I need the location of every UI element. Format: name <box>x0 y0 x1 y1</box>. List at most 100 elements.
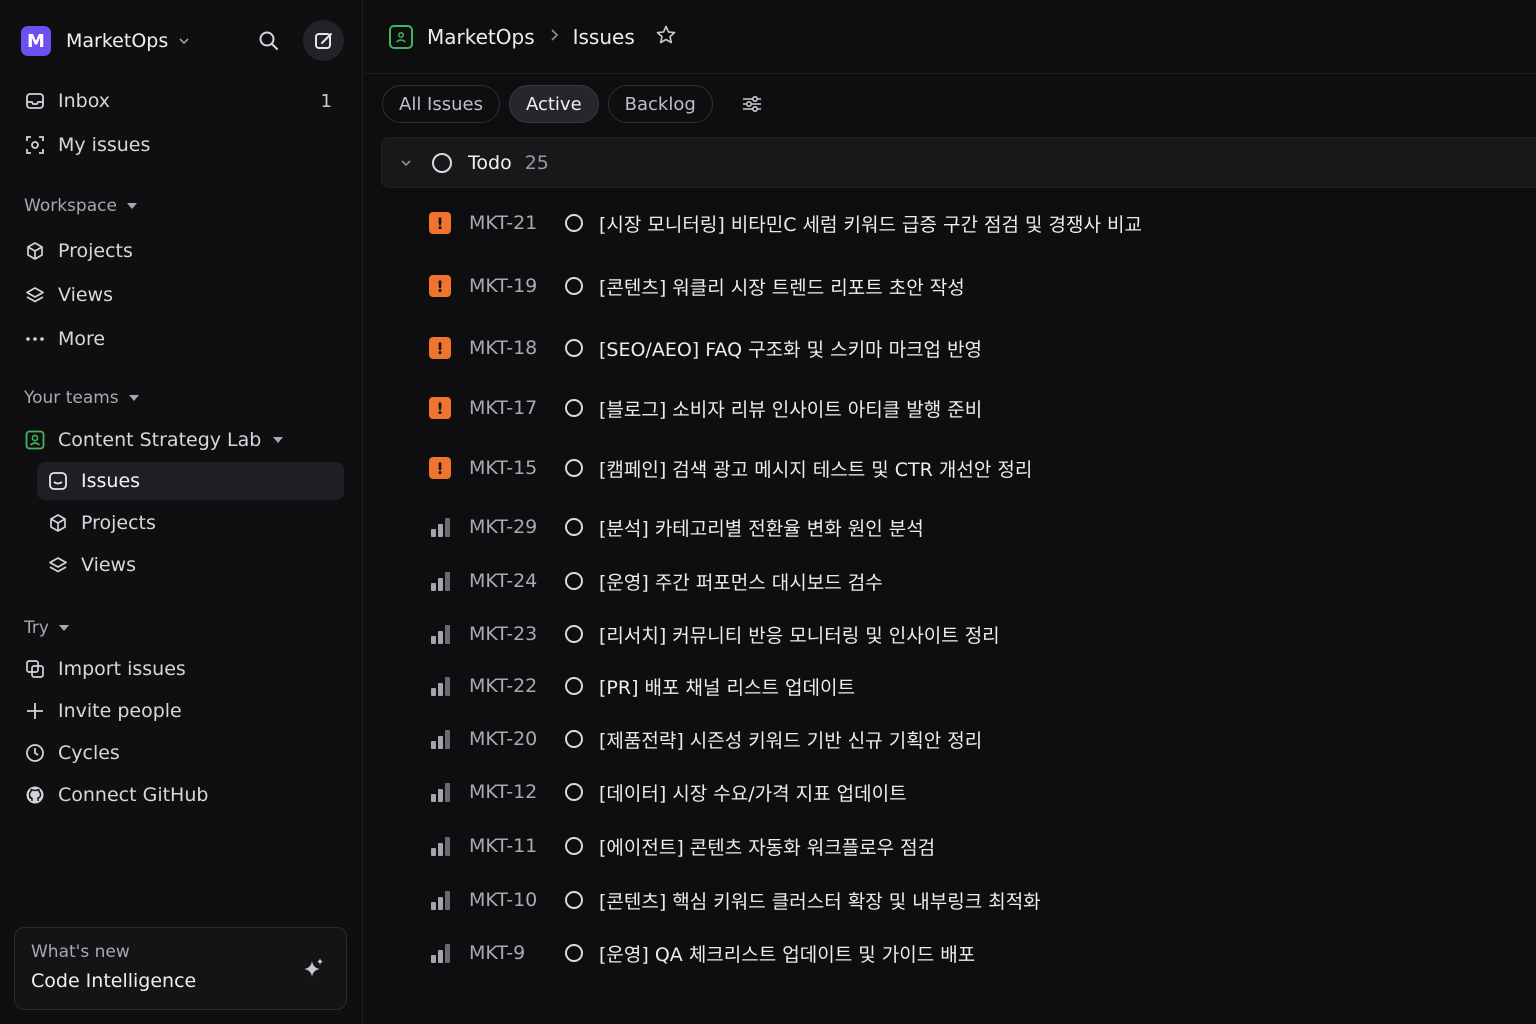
todo-status-icon[interactable] <box>565 837 583 855</box>
todo-status-icon[interactable] <box>565 677 583 695</box>
issue-row[interactable]: MKT-24 [운영] 주간 퍼포먼스 대시보드 검수 <box>429 561 1536 601</box>
issue-row[interactable]: MKT-9 [운영] QA 체크리스트 업데이트 및 가이드 배포 <box>429 933 1536 973</box>
medium-priority-icon[interactable] <box>429 781 451 803</box>
todo-status-icon[interactable] <box>565 214 583 232</box>
medium-priority-icon[interactable] <box>429 675 451 697</box>
sidebar-item-team[interactable]: Content Strategy Lab <box>14 421 344 459</box>
chevron-down-icon[interactable] <box>400 156 412 170</box>
todo-status-icon[interactable] <box>565 518 583 536</box>
workspace-name[interactable]: MarketOps <box>66 30 168 52</box>
urgent-priority-icon[interactable]: ! <box>429 337 451 359</box>
medium-priority-icon[interactable] <box>429 835 451 857</box>
issues-icon <box>47 470 69 492</box>
issue-row[interactable]: MKT-10 [콘텐츠] 핵심 키워드 클러스터 확장 및 내부링크 최적화 <box>429 880 1536 920</box>
sidebar-item-inbox[interactable]: Inbox 1 <box>14 82 344 120</box>
issue-row[interactable]: MKT-23 [리서치] 커뮤니티 반응 모니터링 및 인사이트 정리 <box>429 614 1536 654</box>
issue-id: MKT-10 <box>469 889 538 911</box>
todo-status-icon[interactable] <box>565 459 583 477</box>
workspace-section-toggle[interactable]: Workspace <box>24 196 137 216</box>
medium-priority-icon[interactable] <box>429 942 451 964</box>
medium-priority-icon[interactable] <box>429 728 451 750</box>
section-label: Workspace <box>24 196 117 216</box>
todo-status-icon[interactable] <box>565 572 583 590</box>
issue-row[interactable]: ! MKT-18 [SEO/AEO] FAQ 구조화 및 스키마 마크업 반영 <box>429 328 1536 368</box>
search-icon <box>259 31 278 50</box>
issue-row[interactable]: MKT-22 [PR] 배포 채널 리스트 업데이트 <box>429 666 1536 706</box>
issue-row[interactable]: ! MKT-21 [시장 모니터링] 비타민C 세럼 키워드 급증 구간 점검 및 … <box>429 203 1536 243</box>
signal-bars-icon <box>430 782 450 802</box>
sidebar-item-more[interactable]: More <box>14 320 344 358</box>
sidebar-item-team-projects[interactable]: Projects <box>37 504 344 542</box>
whats-new-card[interactable]: What's new Code Intelligence <box>14 927 347 1010</box>
sidebar-item-projects[interactable]: Projects <box>14 232 344 270</box>
issue-title: [SEO/AEO] FAQ 구조화 및 스키마 마크업 반영 <box>599 338 983 361</box>
exclamation-icon: ! <box>429 212 451 234</box>
tab-active[interactable]: Active <box>508 85 599 123</box>
try-section-toggle[interactable]: Try <box>24 618 69 638</box>
breadcrumb-team[interactable]: MarketOps <box>427 25 535 49</box>
teams-section-toggle[interactable]: Your teams <box>24 388 139 408</box>
issue-title: [제품전략] 시즌성 키워드 기반 신규 기획안 정리 <box>599 729 983 752</box>
medium-priority-icon[interactable] <box>429 889 451 911</box>
sidebar-item-cycles[interactable]: Cycles <box>14 734 344 772</box>
urgent-priority-icon[interactable]: ! <box>429 397 451 419</box>
group-header-todo[interactable]: Todo 25 <box>381 137 1536 188</box>
sidebar-item-import-issues[interactable]: Import issues <box>14 650 344 688</box>
new-issue-button[interactable] <box>303 20 344 61</box>
todo-status-icon[interactable] <box>565 944 583 962</box>
urgent-priority-icon[interactable]: ! <box>429 275 451 297</box>
issue-id: MKT-20 <box>469 728 538 750</box>
issue-id: MKT-15 <box>469 457 538 479</box>
sidebar-item-label: Import issues <box>58 658 186 680</box>
view-options-button[interactable] <box>734 86 770 122</box>
medium-priority-icon[interactable] <box>429 623 451 645</box>
cube-icon <box>24 240 46 262</box>
tab-all-issues[interactable]: All Issues <box>382 85 500 123</box>
sidebar-item-connect-github[interactable]: Connect GitHub <box>14 776 344 814</box>
issue-id: MKT-18 <box>469 337 538 359</box>
workspace-header: M MarketOps <box>21 20 344 61</box>
issue-title: [에이전트] 콘텐츠 자동화 워크플로우 점검 <box>599 836 936 859</box>
todo-status-icon[interactable] <box>565 277 583 295</box>
issue-row[interactable]: MKT-29 [분석] 카테고리별 전환율 변화 원인 분석 <box>429 507 1536 547</box>
issue-row[interactable]: ! MKT-15 [캠페인] 검색 광고 메시지 테스트 및 CTR 개선안 정리 <box>429 448 1536 488</box>
sidebar-item-my-issues[interactable]: My issues <box>14 126 344 164</box>
star-icon[interactable] <box>655 24 677 50</box>
workspace-avatar[interactable]: M <box>21 26 51 56</box>
issue-row[interactable]: MKT-20 [제품전략] 시즌성 키워드 기반 신규 기획안 정리 <box>429 719 1536 759</box>
issue-title: [분석] 카테고리별 전환율 변화 원인 분석 <box>599 517 924 540</box>
signal-bars-icon <box>430 624 450 644</box>
search-button[interactable] <box>248 20 289 61</box>
sidebar-item-views[interactable]: Views <box>14 276 344 314</box>
todo-status-icon[interactable] <box>565 339 583 357</box>
exclamation-icon: ! <box>429 397 451 419</box>
issue-id: MKT-23 <box>469 623 538 645</box>
inbox-count: 1 <box>320 90 332 112</box>
whats-new-label: What's new <box>31 942 130 962</box>
urgent-priority-icon[interactable]: ! <box>429 212 451 234</box>
issue-row[interactable]: MKT-12 [데이터] 시장 수요/가격 지표 업데이트 <box>429 772 1536 812</box>
todo-status-icon[interactable] <box>565 399 583 417</box>
medium-priority-icon[interactable] <box>429 516 451 538</box>
sidebar-item-team-issues[interactable]: Issues <box>37 462 344 500</box>
layers-icon <box>47 554 69 576</box>
todo-status-icon[interactable] <box>565 783 583 801</box>
cycles-icon <box>24 742 46 764</box>
urgent-priority-icon[interactable]: ! <box>429 457 451 479</box>
issue-row[interactable]: ! MKT-19 [콘텐츠] 워클리 시장 트렌드 리포트 초안 작성 <box>429 266 1536 306</box>
issue-row[interactable]: ! MKT-17 [블로그] 소비자 리뷰 인사이트 아티클 발행 준비 <box>429 388 1536 428</box>
caret-down-icon <box>58 625 69 631</box>
todo-status-icon[interactable] <box>565 891 583 909</box>
medium-priority-icon[interactable] <box>429 570 451 592</box>
sidebar-item-team-views[interactable]: Views <box>37 546 344 584</box>
todo-status-icon[interactable] <box>565 625 583 643</box>
issue-id: MKT-29 <box>469 516 538 538</box>
issue-row[interactable]: MKT-11 [에이전트] 콘텐츠 자동화 워크플로우 점검 <box>429 826 1536 866</box>
whats-new-title: Code Intelligence <box>31 970 197 992</box>
tab-backlog[interactable]: Backlog <box>607 85 713 123</box>
todo-status-icon[interactable] <box>565 730 583 748</box>
chevron-down-icon[interactable] <box>178 34 190 48</box>
sidebar-item-invite-people[interactable]: Invite people <box>14 692 344 730</box>
caret-down-icon <box>273 437 284 443</box>
inbox-icon <box>24 90 46 112</box>
